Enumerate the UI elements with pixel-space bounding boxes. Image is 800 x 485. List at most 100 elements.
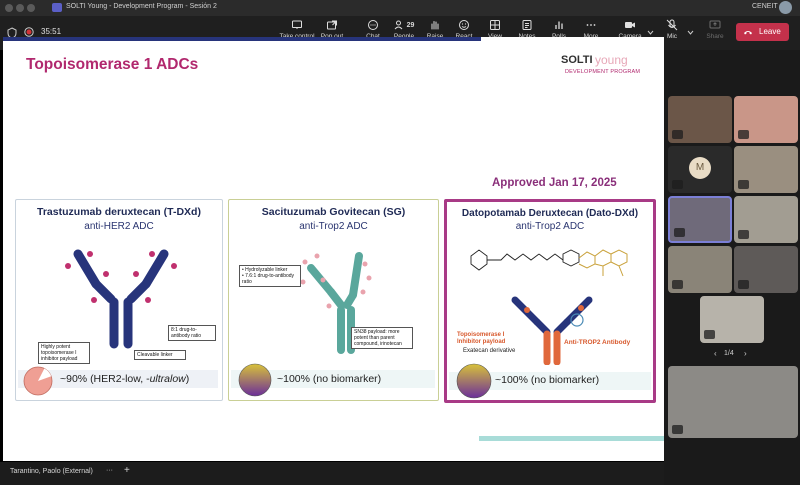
card-title: Datopotamab Deruxtecan (Dato-DXd) xyxy=(461,208,639,219)
note-payload: SN38 payload: more potent than parent co… xyxy=(351,327,413,349)
camera-icon xyxy=(625,22,635,28)
meeting-timer: 35:51 xyxy=(41,27,62,36)
pie-90-icon xyxy=(23,366,53,396)
gallery-next-button[interactable]: › xyxy=(744,349,747,358)
org-name: CENEIT xyxy=(752,3,778,10)
mic-muted-icon xyxy=(674,228,685,237)
participant-tile[interactable] xyxy=(700,296,764,343)
hang-up-icon xyxy=(744,31,752,35)
presenter-add-button[interactable]: + xyxy=(124,465,130,476)
participant-tile[interactable] xyxy=(668,246,732,293)
note-dar: 8:1 drug-to-antibody ratio xyxy=(168,325,216,341)
stat-text: ~100% (no biomarker) xyxy=(495,374,600,386)
mic-muted-icon xyxy=(738,230,749,239)
title-bar: SOLTI Young - Development Program - Sesi… xyxy=(0,0,800,16)
polls-icon xyxy=(555,21,563,29)
camera-options-chevron-icon[interactable] xyxy=(647,30,654,35)
card-sg: Sacituzumab Govitecan (SG) anti-Trop2 AD… xyxy=(228,199,439,401)
note-linker: • Hydrolyzable linker • 7.6:1 drug-to-ant… xyxy=(239,265,301,287)
recording-icon xyxy=(24,27,34,37)
window-minimize-button[interactable] xyxy=(16,4,24,12)
pop-out-icon xyxy=(327,20,337,30)
note-payload: Highly potent topoisomerase I inhibitor … xyxy=(38,342,90,364)
solti-young-logo: SOLTI young DEVELOPMENT PROGRAM xyxy=(561,53,651,84)
share-label: Share xyxy=(706,33,724,40)
approval-date: Approved Jan 17, 2025 xyxy=(492,177,617,189)
logo-sub-text: DEVELOPMENT PROGRAM xyxy=(565,69,641,75)
presentation-slide: Topoisomerase 1 ADCs SOLTI young DEVELOP… xyxy=(3,37,664,461)
slide-top-bar xyxy=(3,37,481,41)
participant-tile-active[interactable] xyxy=(668,196,732,243)
notes-icon xyxy=(522,20,532,30)
mic-muted-icon xyxy=(672,130,683,139)
window-zoom-button[interactable] xyxy=(27,4,35,12)
more-icon xyxy=(586,24,596,26)
participant-tile[interactable] xyxy=(734,196,798,243)
slide-title: Topoisomerase 1 ADCs xyxy=(26,56,199,73)
logo-main-text: SOLTI xyxy=(561,54,593,66)
presenter-name: Tarantino, Paolo (External) xyxy=(10,468,93,475)
card-title: Sacituzumab Govitecan (SG) xyxy=(261,206,406,218)
view-icon xyxy=(490,20,500,30)
mic-muted-icon xyxy=(666,19,678,31)
card-subtitle: anti-Trop2 ADC xyxy=(299,221,368,232)
slide-bottom-bar xyxy=(479,436,664,441)
mic-muted-icon xyxy=(672,180,683,189)
note-antibody: Anti-TROP2 Antibody xyxy=(564,339,631,346)
people-icon xyxy=(394,20,402,30)
mic-muted-icon xyxy=(738,280,749,289)
share-button[interactable]: Share xyxy=(700,19,730,49)
note-dar-text: 7.6:1 drug-to-antibody ratio xyxy=(242,273,295,285)
presenter-more-button[interactable]: ··· xyxy=(106,467,113,474)
card-subtitle: anti-Trop2 ADC xyxy=(515,221,585,232)
teams-logo-icon xyxy=(52,3,62,12)
card-dato-dxd: Datopotamab Deruxtecan (Dato-DXd) anti-T… xyxy=(444,199,656,403)
participant-tile[interactable] xyxy=(734,246,798,293)
pie-100-icon xyxy=(456,363,492,399)
note-linker: Cleavable linker xyxy=(134,350,186,360)
logo-accent-text: young xyxy=(595,53,628,67)
exatecan-structure-diagram xyxy=(470,249,628,277)
stat-text: ~90% (HER2-low, -ultralow) xyxy=(60,373,189,385)
presenter-bar: Tarantino, Paolo (External) ··· + xyxy=(0,462,664,485)
mic-muted-icon xyxy=(672,425,683,434)
gallery-page-indicator: 1/4 xyxy=(724,350,734,357)
mic-muted-icon xyxy=(738,130,749,139)
share-screen-icon xyxy=(709,20,721,29)
chat-icon xyxy=(368,20,378,30)
stat-text: ~100% (no biomarker) xyxy=(277,373,382,385)
participant-tile[interactable]: M xyxy=(668,146,732,193)
participants-gallery: M ‹ 1/4 › xyxy=(664,50,800,485)
self-view-tile[interactable] xyxy=(668,366,798,438)
stat-prefix: ~90% (HER2-low, - xyxy=(60,373,150,385)
gallery-prev-button[interactable]: ‹ xyxy=(714,349,717,358)
user-avatar[interactable] xyxy=(779,1,792,14)
react-icon xyxy=(459,20,469,30)
raise-hand-icon xyxy=(431,21,439,30)
mic-muted-icon xyxy=(738,180,749,189)
mic-muted-icon xyxy=(672,280,683,289)
stat-suffix: ) xyxy=(185,373,190,385)
leave-label: Leave xyxy=(759,27,781,36)
window-close-button[interactable] xyxy=(5,4,13,12)
participant-tile[interactable] xyxy=(734,146,798,193)
mic-options-chevron-icon[interactable] xyxy=(687,30,694,35)
card-subtitle: anti-HER2 ADC xyxy=(84,221,154,232)
pie-100-icon xyxy=(238,363,272,397)
participant-tile[interactable] xyxy=(668,96,732,143)
card-tdxd: Trastuzumab deruxtecan (T-DXd) anti-HER2… xyxy=(15,199,223,401)
mic-label: Mic xyxy=(666,33,678,40)
her2-antibody-diagram xyxy=(65,249,177,349)
stat-italic: ultralow xyxy=(149,373,186,385)
dato-antibody-diagram xyxy=(511,296,593,365)
window-title: SOLTI Young - Development Program - Sesi… xyxy=(66,3,217,10)
note-payload: Topoisomerase I Inhibitor payload xyxy=(457,332,506,345)
people-count-badge: 29 xyxy=(406,21,415,29)
participant-tile[interactable] xyxy=(734,96,798,143)
note-exatecan: Exatecan derivative xyxy=(463,348,516,354)
leave-button[interactable]: Leave xyxy=(736,23,789,41)
card-title: Trastuzumab deruxtecan (T-DXd) xyxy=(37,206,201,218)
take-control-icon xyxy=(292,20,302,29)
mic-muted-icon xyxy=(704,330,715,339)
participant-avatar: M xyxy=(689,157,711,179)
